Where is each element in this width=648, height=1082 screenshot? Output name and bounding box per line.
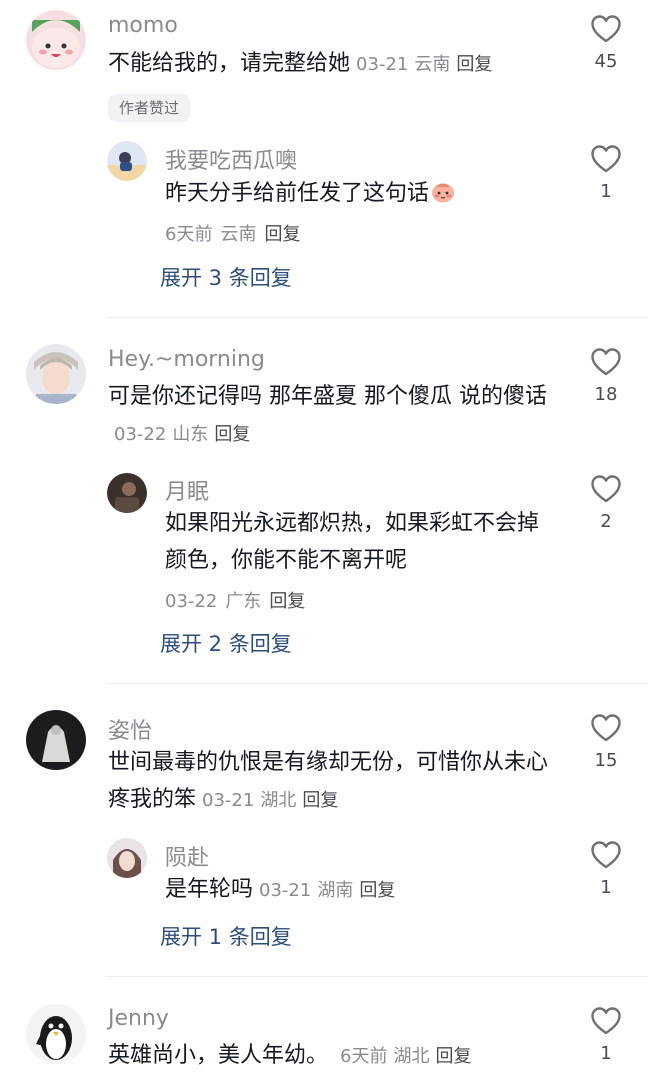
comment-location: 云南	[414, 54, 451, 75]
reply-text: 如果阳光永远都炽热，如果彩虹不会掉颜色，你能不能不离开呢	[165, 511, 540, 573]
avatar[interactable]	[107, 473, 147, 513]
reply-location: 云南	[220, 224, 257, 245]
reply-body: 昨天分手给前任发了这句话	[165, 181, 430, 206]
comment-text: 可是你还记得吗 那年盛夏 那个傻瓜 说的傻话 03-22 山东 回复	[108, 378, 563, 453]
divider	[106, 976, 648, 977]
comment-body: 不能给我的，请完整给她	[108, 51, 351, 76]
author-liked-badge: 作者赞过	[108, 94, 191, 122]
comment-username[interactable]: Jenny	[108, 1006, 169, 1031]
like-heart-icon[interactable]	[590, 1006, 622, 1036]
reply-button[interactable]: 回复	[302, 790, 338, 811]
like-count: 45	[594, 51, 618, 72]
avatar[interactable]	[107, 141, 147, 181]
comment-location: 山东	[172, 424, 209, 445]
reply-button[interactable]: 回复	[456, 54, 492, 75]
comment-date: 03-21	[202, 790, 255, 811]
reply-meta: 6天前 云南 回复	[165, 220, 300, 246]
reply-time: 6天前	[165, 224, 213, 245]
divider	[106, 317, 648, 318]
like-heart-icon[interactable]	[590, 14, 622, 44]
expand-replies-button[interactable]: 展开 3 条回复	[160, 262, 292, 292]
like-heart-icon[interactable]	[590, 347, 622, 377]
reply-meta: 03-22 广东 回复	[165, 587, 305, 613]
like-count: 1	[600, 877, 612, 898]
avatar[interactable]	[26, 344, 86, 404]
reply-button[interactable]: 回复	[214, 424, 250, 445]
reply-date: 03-22	[165, 591, 218, 612]
comment-body: 可是你还记得吗 那年盛夏 那个傻瓜 说的傻话	[108, 384, 547, 409]
comment-text: 世间最毒的仇恨是有缘却无份，可惜你从未心疼我的笨 03-21 湖北 回复	[108, 744, 568, 819]
comment-text: 英雄尚小，美人年幼。 6天前 湖北 回复	[108, 1037, 568, 1075]
like-count: 15	[594, 750, 618, 771]
reply-text: 昨天分手给前任发了这句话	[165, 175, 565, 212]
like-count: 2	[600, 511, 612, 532]
comment-username[interactable]: 姿怡	[108, 713, 152, 745]
reply-location: 广东	[225, 591, 262, 612]
reply-location: 湖南	[317, 880, 354, 901]
comment-body: 英雄尚小，美人年幼。	[108, 1043, 329, 1068]
reply-button[interactable]: 回复	[264, 224, 300, 245]
reply-date: 03-21	[259, 880, 312, 901]
like-count: 18	[594, 384, 618, 405]
avatar[interactable]	[107, 838, 147, 878]
like-count: 1	[600, 181, 612, 202]
expand-replies-button[interactable]: 展开 2 条回复	[160, 628, 292, 658]
avatar[interactable]	[26, 710, 86, 770]
reply-button[interactable]: 回复	[435, 1046, 471, 1067]
like-count: 1	[600, 1043, 612, 1064]
expand-replies-button[interactable]: 展开 1 条回复	[160, 921, 292, 951]
avatar[interactable]	[26, 10, 86, 70]
comment-date: 03-22	[114, 424, 167, 445]
like-heart-icon[interactable]	[590, 144, 622, 174]
like-heart-icon[interactable]	[590, 713, 622, 743]
blushing-emoji-icon	[432, 183, 455, 203]
comment-username[interactable]: momo	[108, 13, 178, 38]
reply-text: 是年轮吗 03-21 湖南 回复	[165, 871, 565, 909]
comment-username[interactable]: Hey.~morning	[108, 347, 265, 372]
comment-time: 6天前	[340, 1046, 388, 1067]
divider	[106, 683, 648, 684]
reply-username[interactable]: 陨赴	[165, 840, 209, 872]
like-heart-icon[interactable]	[590, 474, 622, 504]
comment-location: 湖北	[393, 1046, 430, 1067]
reply-body: 是年轮吗	[165, 877, 254, 902]
reply-username[interactable]: 我要吃西瓜噢	[165, 143, 297, 175]
comment-location: 湖北	[260, 790, 297, 811]
reply-button[interactable]: 回复	[269, 591, 305, 612]
comment-text: 不能给我的，请完整给她 03-21 云南 回复	[108, 45, 568, 83]
reply-button[interactable]: 回复	[359, 880, 395, 901]
like-heart-icon[interactable]	[590, 840, 622, 870]
reply-username[interactable]: 月眠	[165, 474, 209, 506]
avatar[interactable]	[26, 1004, 86, 1064]
comment-date: 03-21	[356, 54, 409, 75]
comment-list: momo 不能给我的，请完整给她 03-21 云南 回复 45 作者赞过 我要吃西瓜噢…	[0, 0, 648, 1082]
